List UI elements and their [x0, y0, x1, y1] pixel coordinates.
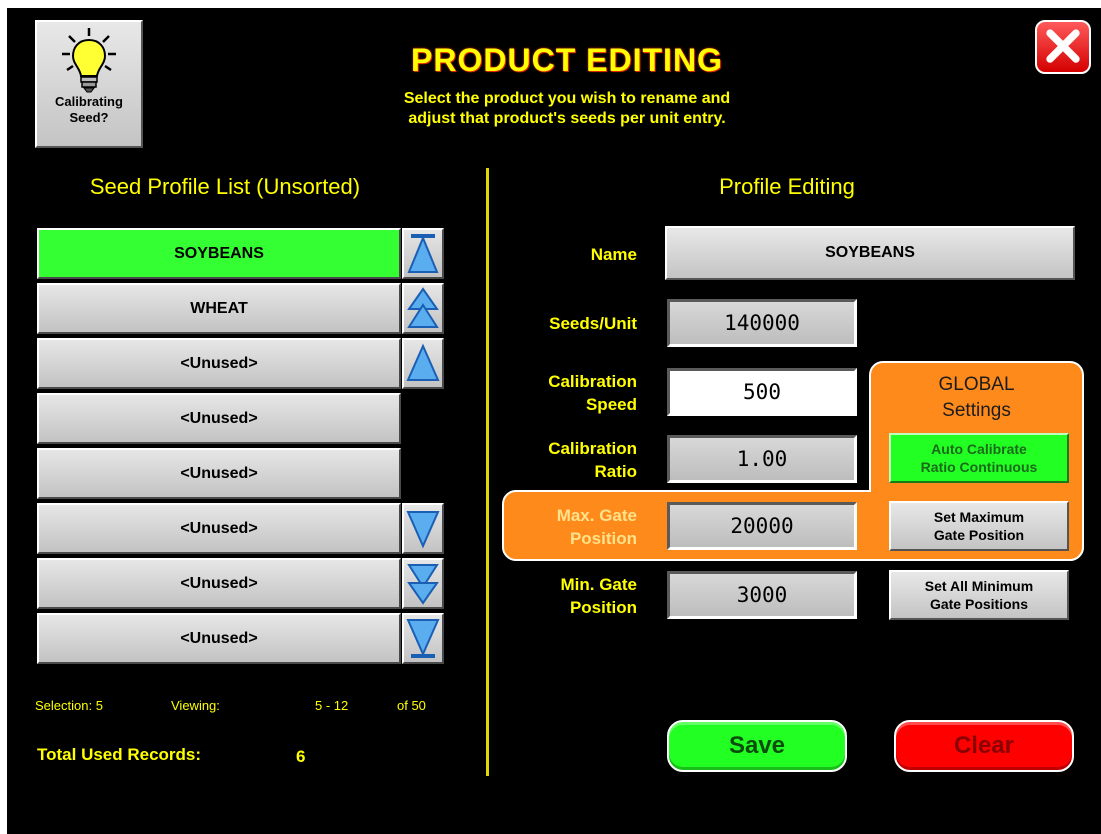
chevron-up-icon: [406, 343, 440, 381]
min-gate-label-line2: Position: [569, 598, 637, 617]
profile-editing-heading: Profile Editing: [719, 174, 855, 199]
calibration-speed-label-line1: Calibration: [548, 372, 637, 391]
close-button[interactable]: [1035, 20, 1091, 74]
list-item-label: <Unused>: [180, 574, 258, 592]
viewing-total: of 50: [397, 698, 426, 713]
max-gate-field[interactable]: 20000: [667, 502, 857, 550]
scroll-bottom-button[interactable]: [402, 613, 444, 664]
max-gate-label-line1: Max. Gate: [556, 506, 637, 525]
list-item[interactable]: WHEAT: [37, 283, 401, 334]
viewing-label: Viewing:: [171, 698, 220, 713]
list-item-label: SOYBEANS: [174, 244, 264, 262]
name-label: Name: [590, 245, 637, 264]
global-settings-title-line1: GLOBAL: [938, 374, 1015, 395]
save-button[interactable]: Save: [667, 720, 847, 772]
set-all-minimum-label-line1: Set All Minimum: [924, 578, 1034, 594]
set-maximum-gate-label-line2: Gate Position: [933, 527, 1025, 543]
lightbulb-icon: [59, 26, 119, 94]
list-item[interactable]: <Unused>: [37, 558, 401, 609]
list-item-label: <Unused>: [180, 464, 258, 482]
name-field[interactable]: SOYBEANS: [665, 226, 1075, 280]
seeds-unit-value: 140000: [724, 311, 800, 335]
page-subtitle-line2: adjust that product's seeds per unit ent…: [408, 110, 726, 127]
auto-calibrate-label-line2: Ratio Continuous: [920, 459, 1038, 475]
set-maximum-gate-button[interactable]: Set Maximum Gate Position: [889, 501, 1069, 551]
calibrating-label-line1: Calibrating: [55, 94, 123, 109]
scroll-to-top-icon: [407, 234, 439, 273]
total-used-records-value: 6: [296, 747, 306, 766]
page-subtitle-line1: Select the product you wish to rename an…: [403, 90, 731, 107]
total-used-records-label: Total Used Records:: [37, 745, 202, 764]
set-all-minimum-gate-button[interactable]: Set All Minimum Gate Positions: [889, 570, 1069, 620]
scroll-up-button[interactable]: [402, 338, 444, 389]
calibration-ratio-label-line1: Calibration: [548, 439, 637, 458]
seeds-unit-label: Seeds/Unit: [549, 314, 637, 333]
auto-calibrate-label-line1: Auto Calibrate: [931, 441, 1027, 457]
list-item[interactable]: <Unused>: [37, 503, 401, 554]
save-label: Save: [728, 732, 786, 759]
double-chevron-up-icon: [407, 287, 439, 328]
page-down-button[interactable]: [402, 558, 444, 609]
vertical-divider: [486, 168, 489, 776]
list-item-label: <Unused>: [180, 409, 258, 427]
list-item-label: <Unused>: [180, 629, 258, 647]
global-settings-title-line2: Settings: [942, 400, 1011, 421]
list-item[interactable]: <Unused>: [37, 393, 401, 444]
screen: Calibrating Seed? PRODUCT EDITING Select…: [7, 8, 1101, 834]
scroll-to-bottom-icon: [406, 619, 440, 658]
chevron-down-icon: [406, 511, 440, 549]
seeds-unit-field[interactable]: 140000: [667, 299, 857, 347]
list-item[interactable]: <Unused>: [37, 613, 401, 664]
calibrating-label-line2: Seed?: [69, 110, 109, 125]
name-value: SOYBEANS: [825, 244, 915, 261]
list-item-label: <Unused>: [180, 354, 258, 372]
calibration-speed-label-line2: Speed: [585, 395, 637, 414]
list-item[interactable]: SOYBEANS: [37, 228, 401, 279]
min-gate-value: 3000: [736, 583, 788, 607]
set-all-minimum-label-line2: Gate Positions: [929, 596, 1028, 612]
min-gate-label-line1: Min. Gate: [560, 575, 637, 594]
max-gate-value: 20000: [730, 514, 794, 538]
list-item[interactable]: <Unused>: [37, 338, 401, 389]
min-gate-field[interactable]: 3000: [667, 571, 857, 619]
auto-calibrate-button[interactable]: Auto Calibrate Ratio Continuous: [889, 433, 1069, 483]
calibration-ratio-field[interactable]: 1.00: [667, 435, 857, 483]
seed-profile-list-heading: Seed Profile List (Unsorted): [89, 174, 361, 199]
calibration-ratio-label-line2: Ratio: [594, 462, 638, 481]
clear-button[interactable]: Clear: [894, 720, 1074, 772]
page-up-button[interactable]: [402, 283, 444, 334]
list-item[interactable]: <Unused>: [37, 448, 401, 499]
page-title: PRODUCT EDITING: [411, 42, 723, 78]
scroll-top-button[interactable]: [402, 228, 444, 279]
clear-label: Clear: [953, 732, 1015, 759]
calibration-speed-field[interactable]: 500: [667, 368, 857, 416]
double-chevron-down-icon: [407, 564, 439, 605]
calibration-ratio-value: 1.00: [736, 447, 788, 471]
scroll-down-button[interactable]: [402, 503, 444, 554]
list-item-label: WHEAT: [190, 299, 248, 317]
calibrating-seed-button[interactable]: Calibrating Seed?: [35, 20, 143, 148]
selection-info: Selection: 5: [35, 698, 103, 713]
close-icon: [1046, 29, 1080, 63]
list-item-label: <Unused>: [180, 519, 258, 537]
set-maximum-gate-label-line1: Set Maximum: [933, 509, 1025, 525]
max-gate-label-line2: Position: [569, 529, 637, 548]
calibration-speed-value: 500: [743, 380, 781, 404]
viewing-range: 5 - 12: [315, 698, 349, 713]
